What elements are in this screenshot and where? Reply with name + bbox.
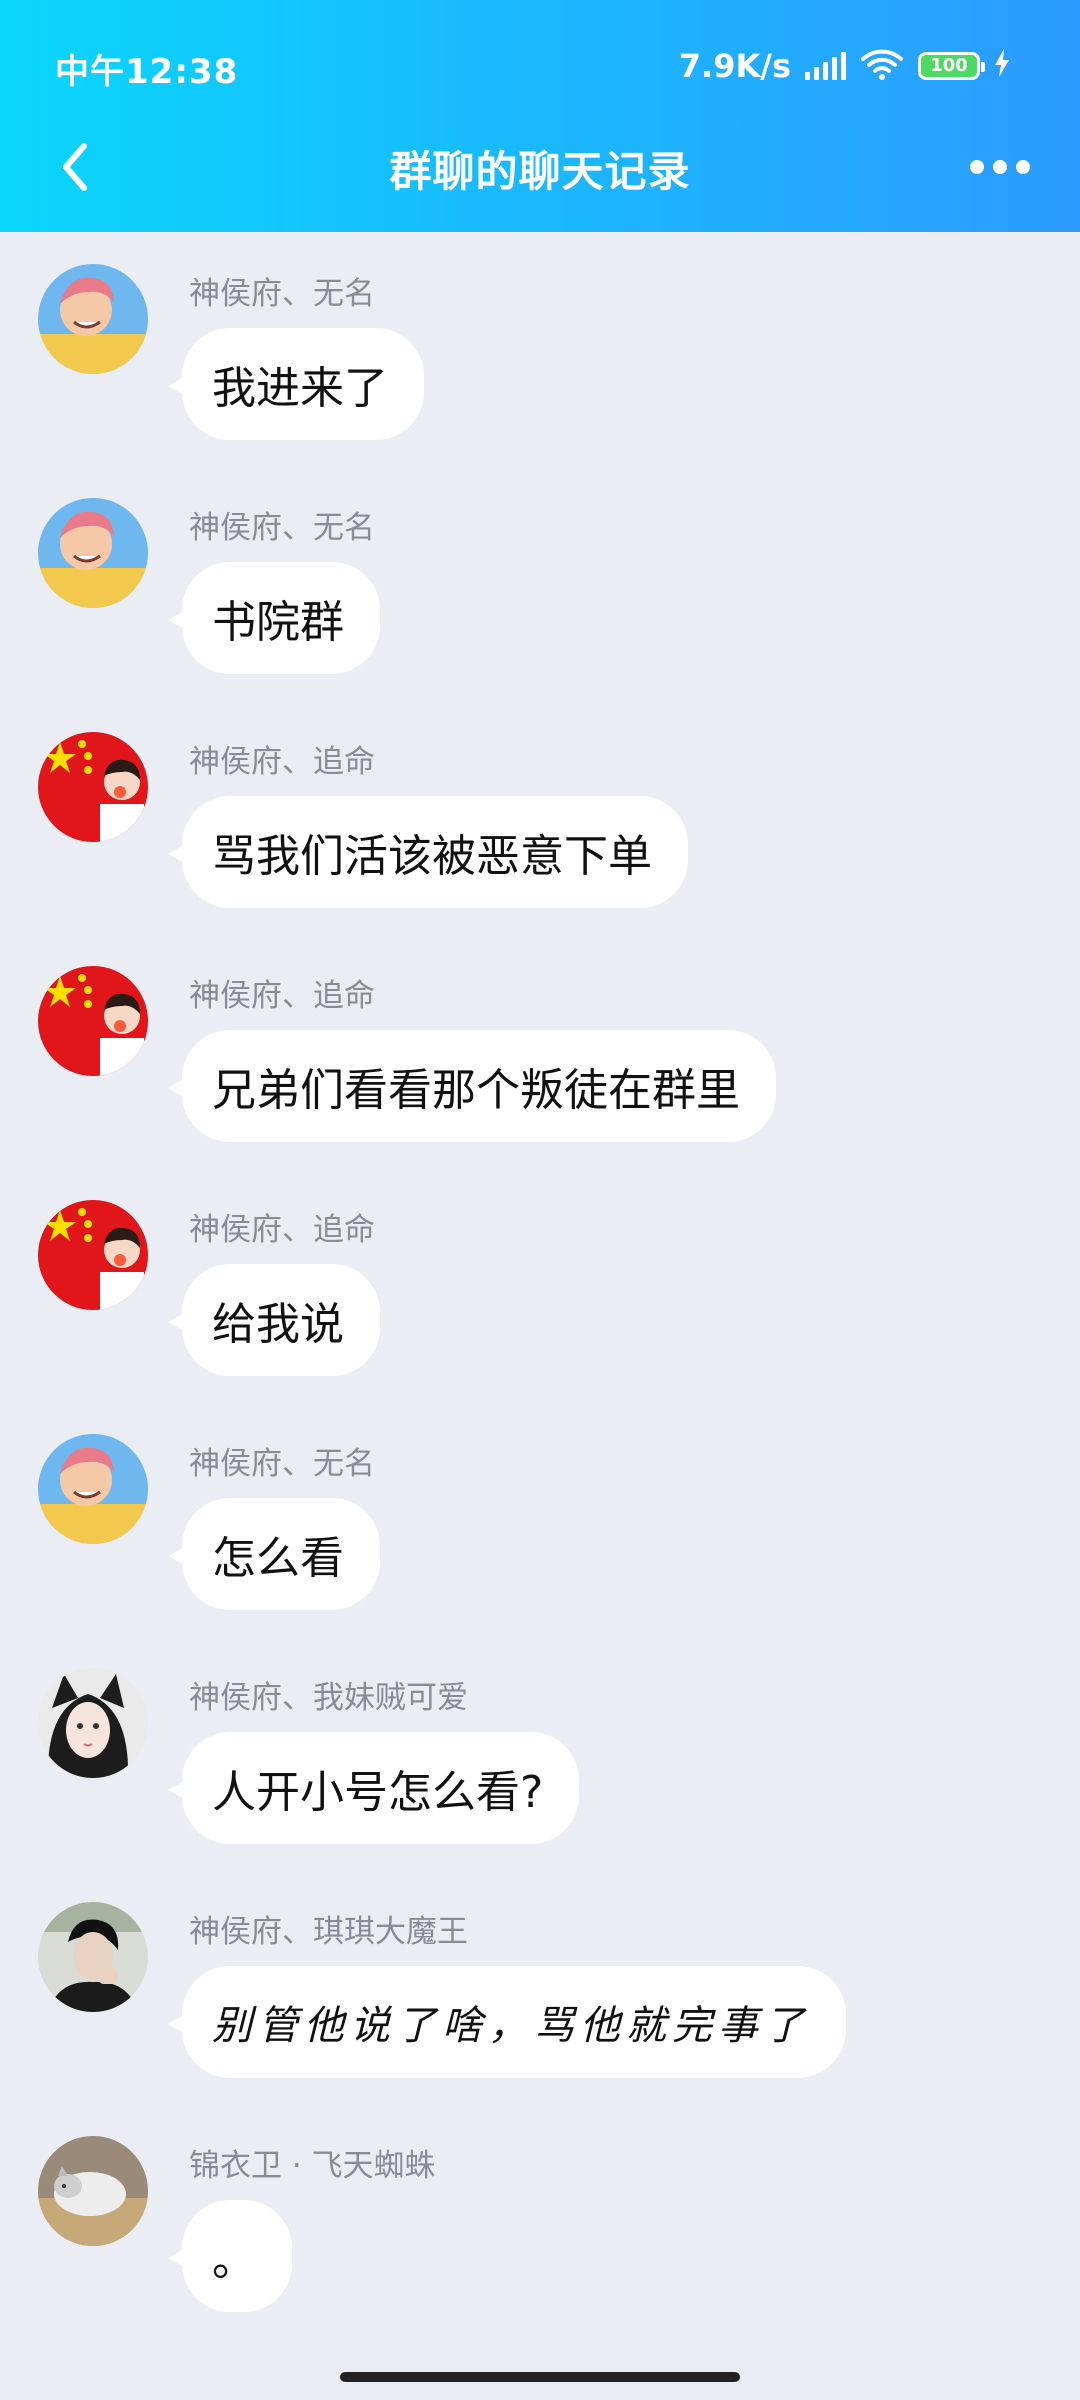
message-bubble[interactable]: 骂我们活该被恶意下单 [168,796,688,908]
sender-name: 神侯府、追命 [189,744,375,780]
message-bubble[interactable]: 兄弟们看看那个叛徒在群里 [168,1030,776,1142]
sender-name: 神侯府、追命 [189,978,375,1014]
more-dot [970,160,984,174]
more-button[interactable] [960,132,1040,202]
status-bar: 中午12:38 7.9K/s 100 [0,36,1080,96]
status-icons: 7.9K/s 100 [679,42,1010,90]
network-speed: 7.9K/s [678,47,791,85]
sender-name: 神侯府、无名 [189,510,375,546]
message-bubble[interactable]: 。 [168,2200,292,2312]
sender-name: 神侯府、追命 [189,1212,375,1248]
page-title: 群聊的聊天记录 [389,147,691,196]
sender-name: 神侯府、琪琪大魔王 [189,1914,468,1950]
battery-level: 100 [930,55,968,76]
message-item: 神侯府、无名 我进来了 [0,232,1080,440]
battery-icon: 100 [918,52,985,80]
message-item: 神侯府、追命 骂我们活该被恶意下单 [0,700,1080,908]
nav-bar: 群聊的聊天记录 [0,120,1080,210]
cat-ear-girl-avatar[interactable] [38,1668,148,1778]
message-bubble[interactable]: 怎么看 [168,1498,380,1610]
message-item: 神侯府、无名 怎么看 [0,1402,1080,1610]
anime-boy-avatar[interactable] [38,264,148,374]
sender-name: 锦衣卫 · 飞天蜘蛛 [189,2148,436,2184]
charging-icon [994,48,1010,84]
more-dot [993,160,1007,174]
cat-photo-avatar[interactable] [38,2136,148,2246]
message-bubble[interactable]: 人开小号怎么看? [167,1732,580,1844]
sender-name: 神侯府、无名 [189,276,375,312]
signal-icon [805,52,846,80]
anime-boy-avatar[interactable] [38,498,148,608]
message-item: 神侯府、琪琪大魔王 别管他说了啥，骂他就完事了 [0,1870,1080,2078]
wifi-icon [860,47,904,85]
app-header: 中午12:38 7.9K/s 100 群聊的聊天记录 [0,0,1080,232]
flag-girl-avatar[interactable] [38,966,148,1076]
boy-photo-avatar[interactable] [38,1902,148,2012]
message-bubble[interactable]: 给我说 [168,1264,380,1376]
message-bubble[interactable]: 别管他说了啥，骂他就完事了 [168,1966,846,2078]
message-item: 神侯府、我妹贼可爱 人开小号怎么看? [0,1636,1080,1844]
sender-name: 神侯府、我妹贼可爱 [189,1680,468,1716]
message-bubble[interactable]: 我进来了 [168,328,424,440]
message-item: 神侯府、追命 兄弟们看看那个叛徒在群里 [0,934,1080,1142]
status-time: 中午12:38 [55,52,239,92]
message-bubble[interactable]: 书院群 [168,562,380,674]
message-item: 神侯府、无名 书院群 [0,466,1080,674]
sender-name: 神侯府、无名 [189,1446,375,1482]
flag-girl-avatar[interactable] [38,1200,148,1310]
home-indicator[interactable] [340,2372,740,2382]
message-item: 锦衣卫 · 飞天蜘蛛 。 [0,2104,1080,2312]
more-dot [1016,160,1030,174]
flag-girl-avatar[interactable] [38,732,148,842]
message-item: 神侯府、追命 给我说 [0,1168,1080,1376]
anime-boy-avatar[interactable] [38,1434,148,1544]
